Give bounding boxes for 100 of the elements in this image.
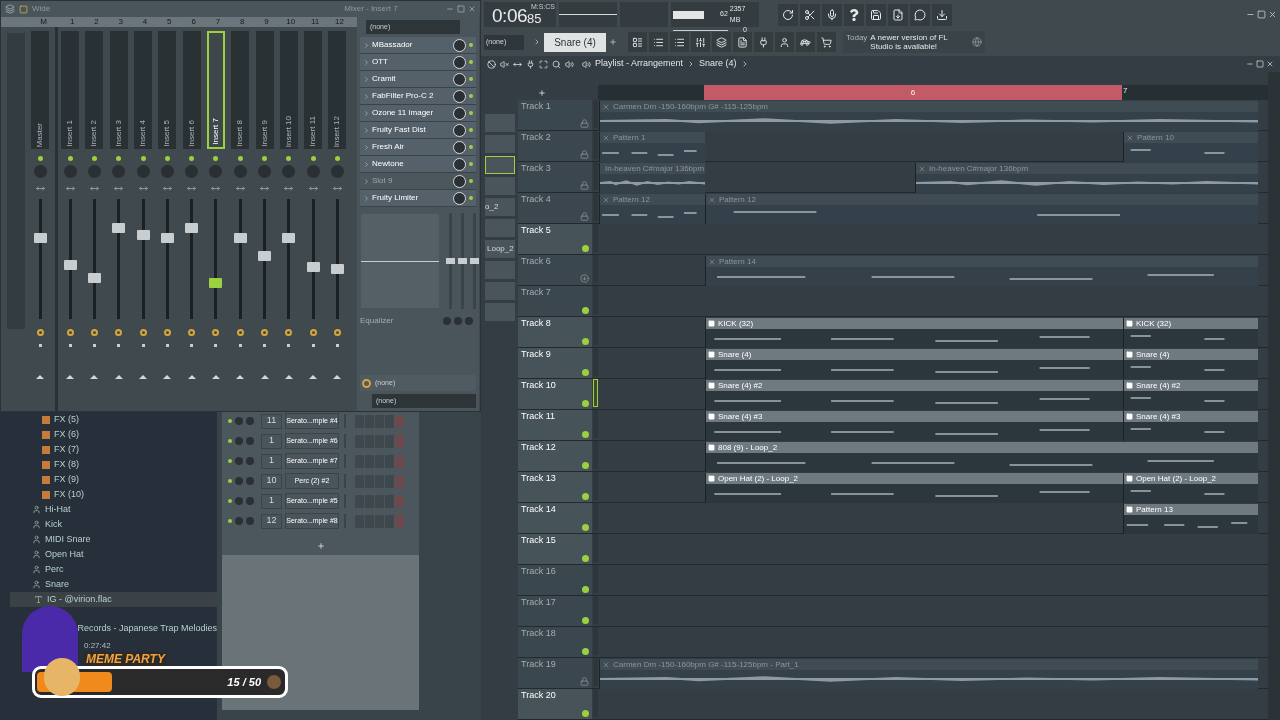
- maximize-icon[interactable]: [457, 5, 465, 13]
- effect-slot[interactable]: Ozone 11 Imager: [360, 105, 476, 122]
- route-icon[interactable]: [115, 329, 123, 336]
- volume-knob[interactable]: [235, 497, 243, 505]
- effect-slot[interactable]: MBassador: [360, 37, 476, 54]
- mix-knob[interactable]: [453, 123, 466, 137]
- mix-knob[interactable]: [453, 140, 466, 154]
- globe-icon[interactable]: [972, 37, 982, 47]
- browser-item[interactable]: FX (10): [10, 487, 217, 502]
- expand-icon[interactable]: [363, 177, 370, 185]
- help-icon[interactable]: [844, 3, 864, 26]
- track-select-marker[interactable]: [593, 317, 598, 345]
- track-select-marker[interactable]: [593, 596, 598, 624]
- track-header[interactable]: Track 2: [518, 131, 592, 161]
- track-header[interactable]: Track 18: [518, 627, 592, 657]
- toolbar-icon[interactable]: [19, 4, 28, 14]
- browser-item[interactable]: Perc: [10, 562, 217, 577]
- scissors-icon[interactable]: [800, 3, 820, 26]
- browser-item[interactable]: MIDI Snare: [10, 532, 217, 547]
- route-icon[interactable]: [36, 329, 44, 336]
- fader-handle[interactable]: [63, 259, 77, 270]
- expand-icon[interactable]: [363, 160, 370, 168]
- track-header[interactable]: Track 14: [518, 503, 592, 533]
- send-arrow-icon[interactable]: [260, 375, 269, 379]
- slot-led[interactable]: [469, 128, 473, 132]
- strip-led[interactable]: [140, 156, 146, 161]
- pan-knob[interactable]: [246, 517, 254, 525]
- playlist-clip[interactable]: 808 (9) - Loop_2: [705, 442, 1258, 472]
- strip-led[interactable]: [237, 156, 243, 161]
- speaker-icon[interactable]: [582, 59, 591, 69]
- loop-region[interactable]: 6: [704, 85, 1122, 100]
- speaker-icon[interactable]: [565, 59, 574, 69]
- strip-meter[interactable]: Insert 5: [158, 31, 177, 149]
- browser-item[interactable]: FX (5): [10, 412, 217, 427]
- playlist-clip[interactable]: Open Hat (2) - Loop_2: [1123, 473, 1258, 503]
- strip-led[interactable]: [286, 156, 292, 161]
- volume-knob[interactable]: [235, 477, 243, 485]
- track-select-marker[interactable]: [593, 441, 598, 469]
- fader-handle[interactable]: [306, 261, 320, 272]
- track-select-marker[interactable]: [593, 472, 598, 500]
- mix-knob[interactable]: [453, 72, 466, 86]
- strip-led[interactable]: [334, 156, 340, 161]
- mix-knob[interactable]: [453, 106, 466, 120]
- route-icon[interactable]: [261, 329, 268, 336]
- track-header[interactable]: Track 10: [518, 379, 592, 409]
- track-select-marker[interactable]: [593, 100, 598, 128]
- strip-meter[interactable]: Insert 6: [182, 31, 201, 149]
- effect-slot[interactable]: Fruity Fast Dist: [360, 122, 476, 139]
- strip-led[interactable]: [37, 156, 43, 161]
- track-header[interactable]: Track 15: [518, 534, 592, 564]
- browser-item[interactable]: FX (8): [10, 457, 217, 472]
- route-icon[interactable]: [163, 329, 171, 336]
- track-select-marker[interactable]: [593, 131, 598, 159]
- track-select-marker[interactable]: [593, 348, 598, 376]
- select-icon[interactable]: [539, 59, 548, 69]
- browser-item[interactable]: Kick: [10, 517, 217, 532]
- track-select-marker[interactable]: [593, 286, 598, 314]
- expand-icon[interactable]: [363, 126, 370, 134]
- expand-icon[interactable]: [363, 58, 370, 66]
- close-icon[interactable]: [468, 5, 476, 13]
- eq-band-slider[interactable]: [458, 258, 467, 264]
- mixer-track-number[interactable]: 12: [261, 513, 282, 529]
- mix-knob[interactable]: [453, 55, 466, 69]
- eq-band-slider[interactable]: [446, 258, 455, 264]
- add-icon[interactable]: [538, 88, 546, 97]
- send-arrow-icon[interactable]: [163, 375, 172, 379]
- slot-led[interactable]: [469, 111, 473, 115]
- turtle-icon[interactable]: [796, 32, 815, 52]
- fader-handle[interactable]: [258, 250, 271, 261]
- playlist-icon[interactable]: [628, 32, 647, 52]
- browser-item[interactable]: IG - @virion.flac: [10, 592, 217, 607]
- track-select-marker[interactable]: [593, 627, 598, 655]
- maximize-icon[interactable]: [1257, 10, 1266, 19]
- browser-item[interactable]: Hi-Hat: [10, 502, 217, 517]
- track-header[interactable]: Track 19: [518, 658, 592, 688]
- chat-icon[interactable]: [910, 3, 930, 26]
- track-select-marker[interactable]: [593, 689, 598, 717]
- output-knob[interactable]: [362, 378, 371, 388]
- mixer-track-number[interactable]: 1: [261, 433, 282, 449]
- mixer-track-number[interactable]: 1: [261, 453, 282, 469]
- lock-icon[interactable]: [580, 150, 589, 159]
- fader-handle[interactable]: [160, 233, 174, 244]
- pan-knob[interactable]: [246, 477, 254, 485]
- browser-item[interactable]: FX (6): [10, 427, 217, 442]
- piano-roll-icon[interactable]: [649, 32, 668, 52]
- slot-led[interactable]: [469, 145, 473, 149]
- lock-icon[interactable]: [580, 677, 589, 686]
- mixer-track-number[interactable]: 1: [261, 493, 282, 509]
- minimize-icon[interactable]: [1246, 60, 1254, 68]
- strip-meter[interactable]: Insert 7: [206, 31, 225, 149]
- slot-led[interactable]: [469, 94, 473, 98]
- expand-icon[interactable]: [363, 143, 370, 151]
- strip-led[interactable]: [262, 156, 267, 161]
- track-select-marker[interactable]: [593, 193, 598, 221]
- channel-led[interactable]: [228, 479, 232, 483]
- route-icon[interactable]: [139, 329, 147, 336]
- file-icon[interactable]: [733, 32, 752, 52]
- stereo-icon[interactable]: [260, 184, 269, 193]
- add-channel-icon[interactable]: [316, 542, 325, 550]
- stereo-icon[interactable]: [235, 184, 245, 193]
